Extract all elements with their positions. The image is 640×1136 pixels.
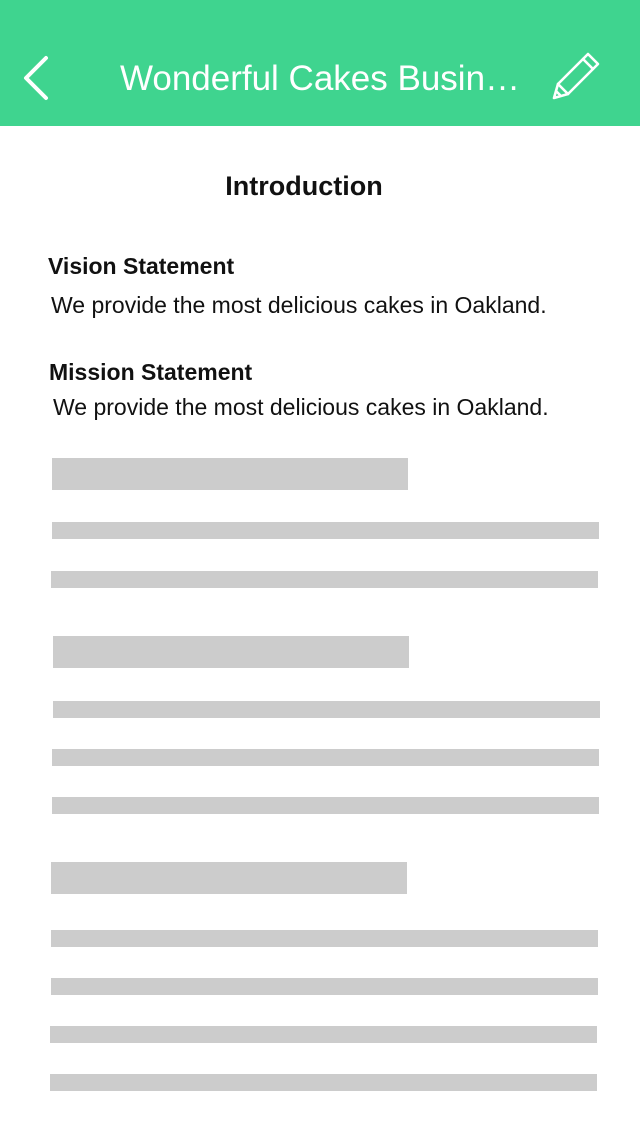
placeholder-heading (53, 636, 409, 668)
placeholder-line (52, 749, 599, 766)
placeholder-line (51, 930, 598, 947)
placeholder-line (50, 1074, 597, 1091)
mission-statement-text: We provide the most delicious cakes in O… (53, 394, 549, 420)
placeholder-heading (52, 458, 408, 490)
page-title: Wonderful Cakes Busin… (119, 59, 521, 98)
placeholder-line (52, 797, 599, 814)
vision-statement-text: We provide the most delicious cakes in O… (51, 292, 547, 318)
placeholder-line (50, 1026, 597, 1043)
section-title: Introduction (225, 171, 383, 201)
mission-statement-label: Mission Statement (49, 359, 253, 385)
app-header: Wonderful Cakes Busin… (0, 0, 640, 126)
placeholder-line (51, 978, 598, 995)
edit-button[interactable] (548, 50, 604, 106)
placeholder-line (52, 522, 599, 539)
back-button[interactable] (18, 52, 58, 104)
placeholder-line (51, 571, 598, 588)
placeholder-heading (51, 862, 407, 894)
vision-statement-label: Vision Statement (48, 253, 235, 279)
pencil-icon (552, 52, 600, 100)
chevron-left-icon (24, 56, 48, 100)
placeholder-line (53, 701, 600, 718)
